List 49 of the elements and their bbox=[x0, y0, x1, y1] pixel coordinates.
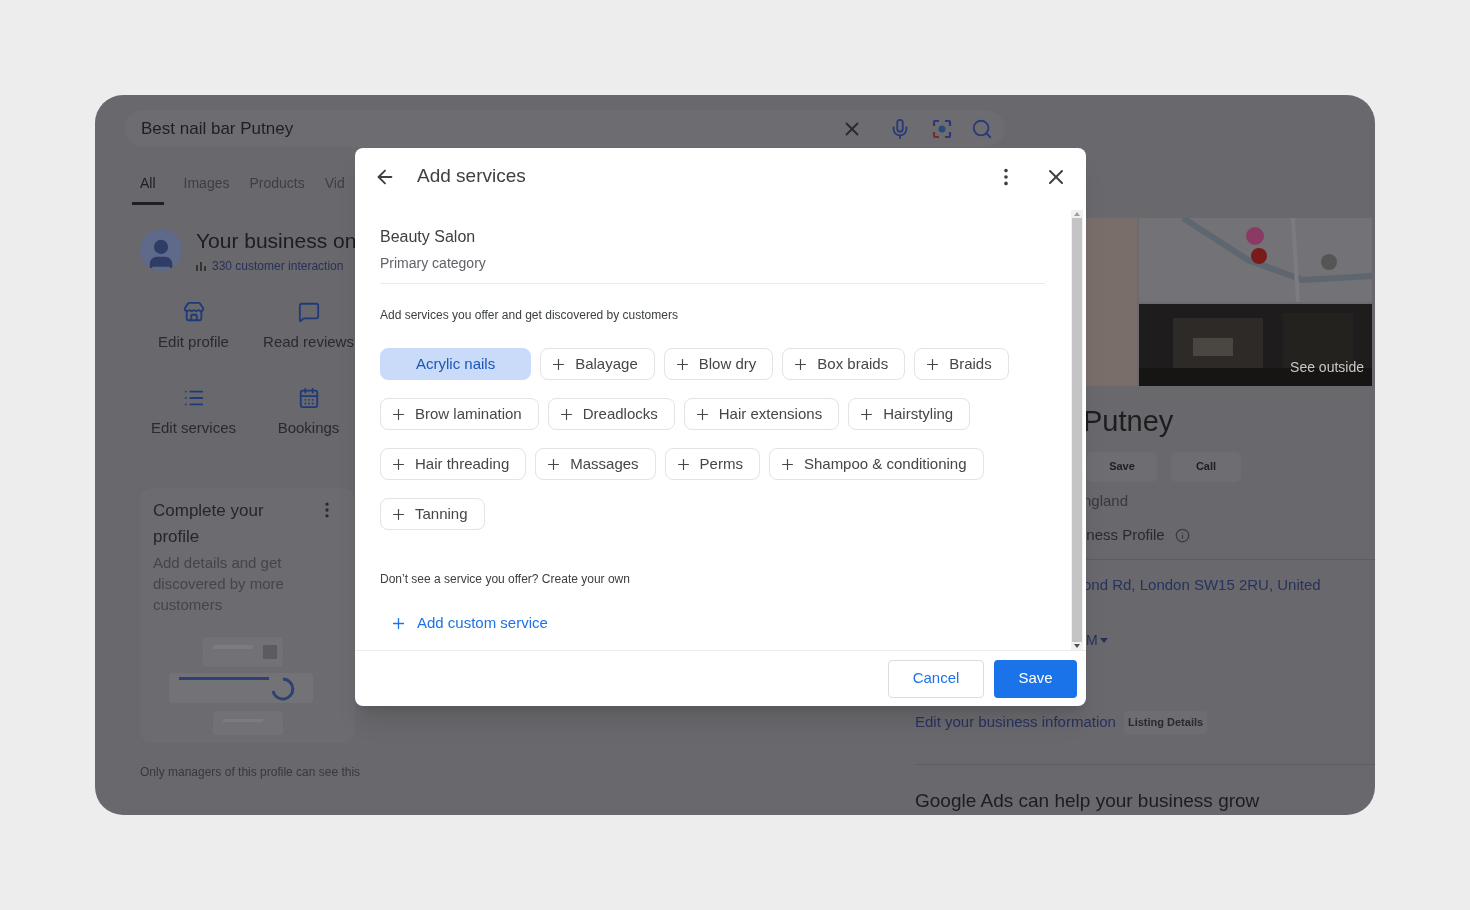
card-title: Complete your profile bbox=[153, 499, 265, 548]
hours-text[interactable]: M bbox=[1086, 630, 1098, 651]
avatar bbox=[140, 228, 182, 271]
search-query: Best nail bar Putney bbox=[141, 117, 295, 140]
scrollbar[interactable] bbox=[1071, 210, 1083, 650]
service-chip[interactable]: Braids bbox=[914, 348, 1009, 380]
caret-icon[interactable] bbox=[1099, 638, 1108, 643]
service-chip[interactable]: Brow lamination bbox=[380, 398, 539, 430]
service-chip[interactable]: Dreadlocks bbox=[547, 398, 675, 430]
service-chip[interactable]: Blow dry bbox=[663, 348, 774, 380]
service-chip[interactable]: Massages bbox=[535, 448, 656, 480]
service-chip[interactable]: Hair threading bbox=[380, 448, 527, 480]
listing-button[interactable]: Call bbox=[1171, 451, 1241, 482]
service-chip[interactable]: Hair extensions bbox=[683, 398, 840, 430]
action-button[interactable]: Edit services bbox=[136, 387, 251, 440]
info-icon[interactable] bbox=[1174, 527, 1190, 543]
action-button[interactable]: Read reviews bbox=[251, 300, 366, 353]
bar-chart-icon bbox=[196, 260, 207, 271]
service-chip[interactable]: Acrylic nails bbox=[380, 348, 532, 380]
business-name: Putney bbox=[1083, 404, 1175, 439]
search-icon[interactable] bbox=[971, 117, 993, 140]
service-chip[interactable]: Perms bbox=[664, 448, 760, 480]
add-custom-service-link[interactable]: Add custom service bbox=[390, 612, 548, 635]
category-label: Primary category bbox=[380, 254, 487, 273]
interactions-count[interactable]: 330 customer interaction bbox=[212, 256, 344, 275]
ads-heading: Google Ads can help your business grow bbox=[915, 788, 1261, 813]
service-chip[interactable]: Tanning bbox=[380, 498, 485, 530]
chat-icon bbox=[297, 300, 320, 323]
listing-details-chip[interactable]: Listing Details bbox=[1123, 711, 1208, 734]
service-chip[interactable]: Hairstyling bbox=[848, 398, 971, 430]
business-title: Your business on bbox=[196, 228, 357, 254]
tab[interactable]: All bbox=[132, 173, 164, 205]
intro-text: Add services you offer and get discovered by customers bbox=[380, 307, 679, 324]
service-chip[interactable]: Balayage bbox=[540, 348, 655, 380]
dialog-title: Add services bbox=[417, 164, 527, 189]
service-chip[interactable]: Shampoo & conditioning bbox=[768, 448, 984, 480]
store-icon bbox=[182, 300, 205, 323]
listing-button[interactable]: Save bbox=[1087, 451, 1157, 482]
category-name: Beauty Salon bbox=[380, 227, 477, 247]
custom-prompt: Don’t see a service you offer? Create your own bbox=[380, 571, 631, 588]
cancel-button[interactable]: Cancel bbox=[888, 659, 984, 698]
search-bar[interactable]: Best nail bar Putney bbox=[125, 110, 1005, 147]
see-outside-label[interactable]: See outside bbox=[1290, 357, 1364, 378]
camera-lens-icon[interactable] bbox=[931, 117, 953, 140]
service-chip[interactable]: Box braids bbox=[782, 348, 906, 380]
save-button[interactable]: Save bbox=[994, 659, 1077, 698]
calendar-icon bbox=[297, 387, 320, 409]
action-button[interactable]: Edit profile bbox=[136, 300, 251, 353]
action-button[interactable]: Bookings bbox=[251, 387, 366, 440]
